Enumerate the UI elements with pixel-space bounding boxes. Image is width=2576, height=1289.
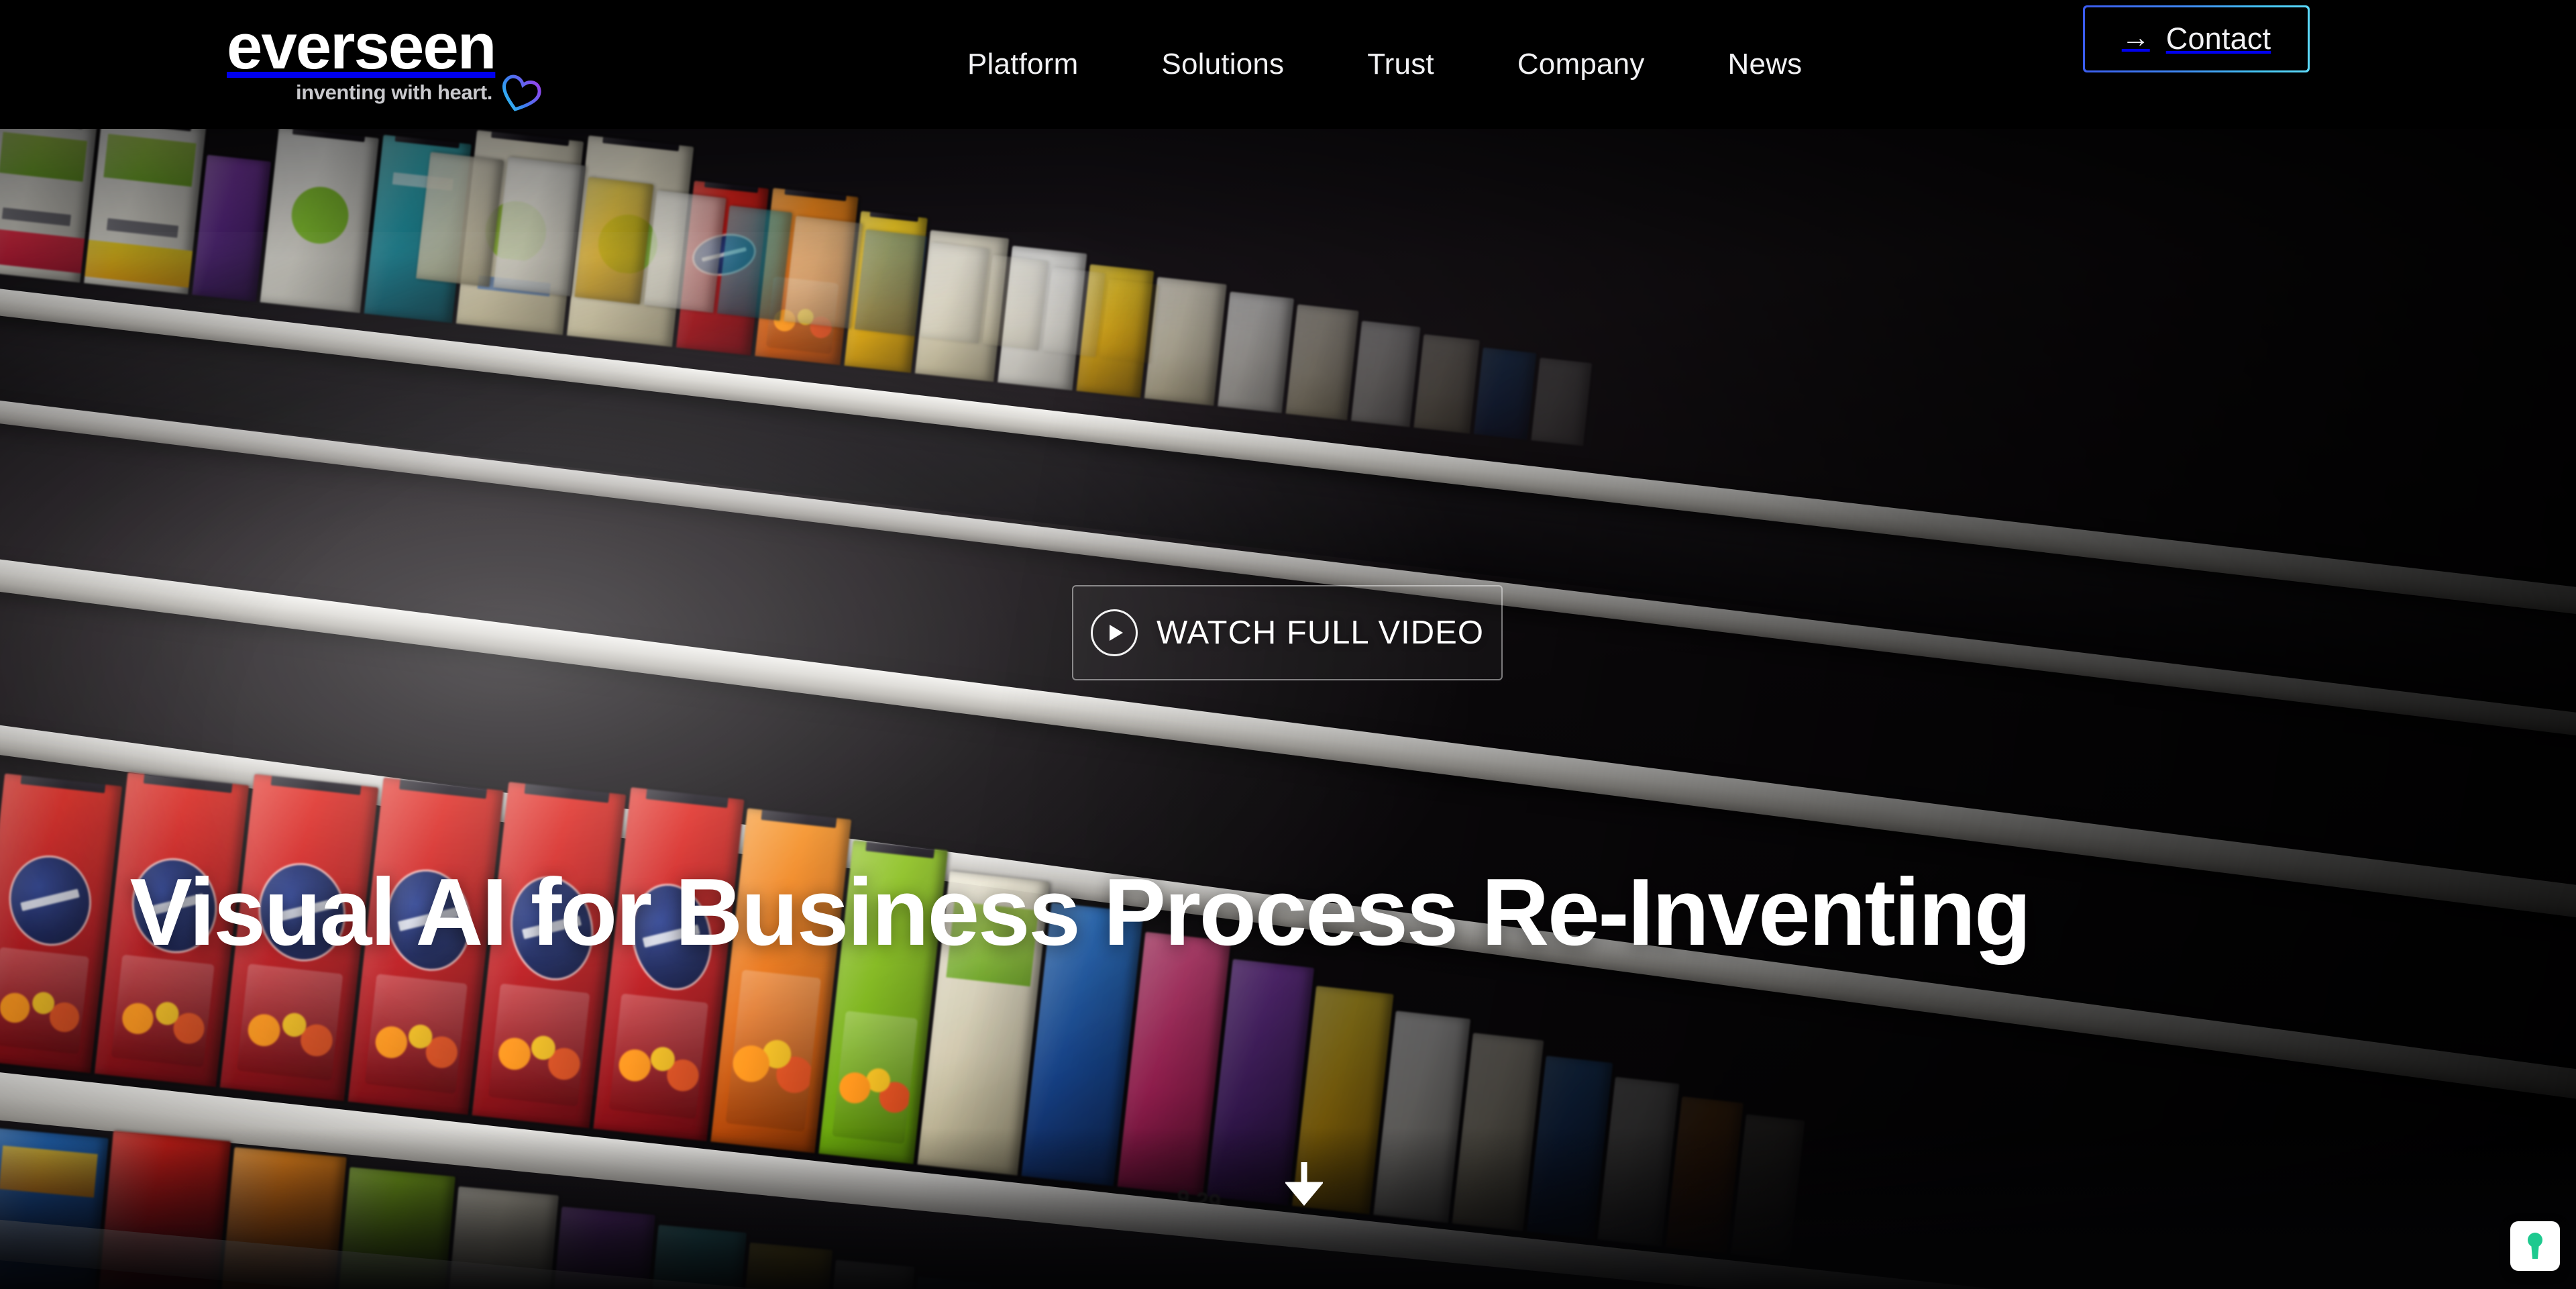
carton-text-block	[1, 207, 71, 226]
contact-button-label: Contact	[2165, 21, 2271, 56]
product-package	[1218, 291, 1295, 413]
nav-item-solutions[interactable]: Solutions	[1120, 48, 1326, 81]
product-package	[1042, 266, 1106, 358]
carton-fruit-art	[111, 954, 215, 1068]
brand-tagline: inventing with heart.	[295, 81, 492, 104]
arrow-right-icon: →	[2121, 21, 2150, 53]
product-package	[717, 205, 793, 321]
watch-full-video-button[interactable]: WATCH FULL VIDEO	[1072, 585, 1503, 680]
watch-full-video-label: WATCH FULL VIDEO	[1157, 615, 1484, 651]
carton-label-art	[103, 134, 197, 187]
play-circle-icon	[1091, 609, 1138, 656]
carton-band	[266, 180, 374, 250]
product-package	[1473, 347, 1537, 440]
play-triangle-icon	[1110, 625, 1124, 641]
hero-headline: Visual AI for Business Process Re-Invent…	[129, 859, 2032, 966]
carton-fruit-art	[488, 983, 590, 1107]
product-package	[1099, 278, 1160, 364]
product-package	[982, 254, 1049, 351]
product-package	[1285, 304, 1359, 421]
product-package	[643, 190, 727, 313]
keyhole-privacy-icon	[2528, 1233, 2542, 1259]
product-package	[825, 1259, 915, 1289]
product-package	[1413, 334, 1481, 434]
site-header: everseen inventing with heart. Platform …	[0, 0, 2576, 129]
brand-logo[interactable]: everseen inventing with heart.	[227, 15, 542, 111]
product-package	[854, 229, 928, 337]
heart-outline-icon	[495, 67, 546, 118]
carton-cap	[645, 787, 731, 809]
product-package	[192, 154, 272, 302]
nav-item-company[interactable]: Company	[1476, 48, 1686, 81]
carton-text-block	[106, 218, 179, 238]
carton-cap	[270, 774, 364, 796]
product-package	[919, 242, 989, 344]
product-package	[1350, 320, 1421, 427]
contact-button[interactable]: → Contact	[2083, 5, 2310, 72]
page-root: 5.55 5.55 1.29 9.29	[0, 0, 2576, 1289]
product-package	[739, 1242, 833, 1289]
carton-cap	[144, 772, 235, 793]
carton-fruit-art	[364, 973, 468, 1094]
nav-item-platform[interactable]: Platform	[926, 48, 1120, 81]
brand-logo-oval	[3, 850, 97, 950]
carton-cap	[865, 839, 937, 859]
contact-button-inner: → Contact	[2085, 7, 2308, 70]
carton-label-art	[0, 132, 88, 182]
product-package	[574, 176, 654, 305]
carton-label-art	[0, 1145, 99, 1198]
product-package	[416, 152, 504, 287]
nav-item-news[interactable]: News	[1686, 48, 1844, 81]
product-package	[493, 156, 586, 297]
product-package	[1665, 1096, 1743, 1254]
nav-item-trust[interactable]: Trust	[1326, 48, 1476, 81]
carton-cap	[524, 782, 612, 803]
product-package	[260, 127, 379, 313]
product-package	[0, 115, 97, 283]
carton-fruit-art	[609, 993, 708, 1119]
product-package	[1531, 357, 1593, 446]
product-package	[784, 215, 863, 329]
carton-fruit-art	[237, 964, 343, 1081]
carton-band	[0, 227, 85, 274]
product-package	[84, 116, 207, 295]
carton-fruit-art	[725, 969, 822, 1132]
carton-cap	[20, 773, 108, 794]
carton-cap	[761, 808, 840, 829]
carton-fruit-art	[0, 947, 89, 1055]
carton-fruit-art	[832, 1011, 918, 1144]
carton-cap	[399, 777, 490, 799]
privacy-consent-button[interactable]	[2510, 1221, 2560, 1271]
product-package	[1597, 1076, 1680, 1247]
product-package	[908, 1276, 991, 1289]
carton-band	[85, 240, 193, 288]
main-navigation: Platform Solutions Trust Company News	[926, 0, 1843, 129]
arrow-down-icon[interactable]	[1284, 1161, 1324, 1208]
